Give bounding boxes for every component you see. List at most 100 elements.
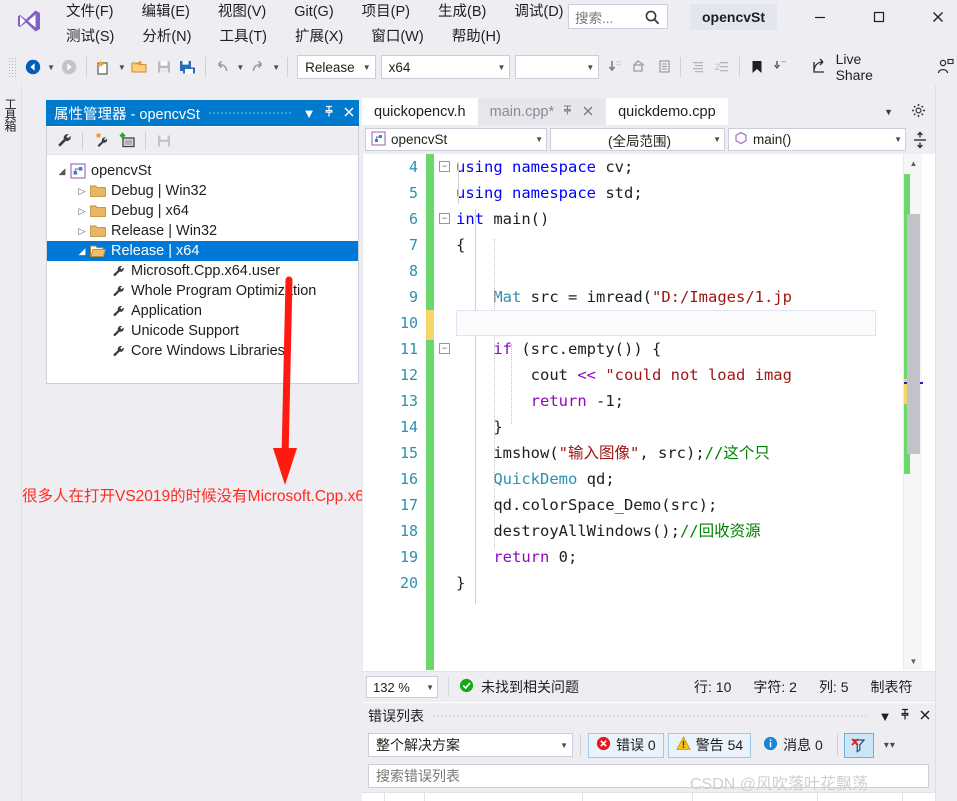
property-tree-item[interactable]: ▷Release | Win32 bbox=[47, 221, 358, 241]
panel-close-icon[interactable] bbox=[339, 106, 359, 121]
search-input[interactable]: 搜索... bbox=[568, 4, 668, 29]
tree-expander-collapsed-icon[interactable]: ▷ bbox=[75, 186, 89, 197]
fold-toggle-icon[interactable]: − bbox=[439, 213, 450, 224]
panel-menu-chevron-icon[interactable]: ▼ bbox=[299, 106, 319, 121]
fold-toggle-icon[interactable]: − bbox=[439, 343, 450, 354]
open-file-icon[interactable] bbox=[128, 54, 152, 80]
tab-settings-gear-icon[interactable] bbox=[902, 103, 935, 121]
fold-toggle-icon[interactable]: − bbox=[439, 161, 450, 172]
minimize-button[interactable] bbox=[797, 2, 843, 32]
panel-pin-icon[interactable] bbox=[319, 105, 339, 121]
code-line[interactable]: Mat src = imread("D:/Images/1.jp bbox=[456, 284, 935, 310]
navigate-backward-icon[interactable] bbox=[21, 54, 45, 80]
target-combo[interactable]: ▼ bbox=[515, 55, 599, 79]
split-view-icon[interactable] bbox=[909, 131, 931, 149]
property-tree-item[interactable]: ▷Debug | x64 bbox=[47, 201, 358, 221]
property-tree-item[interactable]: ◢opencvSt bbox=[47, 161, 358, 181]
menu-file[interactable]: 文件(F) bbox=[52, 0, 128, 25]
nav-project-combo[interactable]: opencvSt ▼ bbox=[365, 128, 547, 151]
code-line[interactable] bbox=[456, 258, 935, 284]
code-editor[interactable]: 4567891011121314151617181920 −−− using n… bbox=[362, 154, 935, 670]
editor-tab-quickdemo-cpp[interactable]: quickdemo.cpp bbox=[606, 98, 728, 125]
code-line[interactable]: using namespace cv; bbox=[456, 154, 935, 180]
properties-wrench-icon[interactable] bbox=[51, 128, 77, 154]
editor-vertical-scrollbar[interactable]: ▲ ▼ bbox=[903, 154, 922, 670]
zoom-level-combo[interactable]: 132 % ▼ bbox=[366, 676, 438, 698]
save-all-icon[interactable] bbox=[176, 54, 200, 80]
menu-view[interactable]: 视图(V) bbox=[204, 0, 280, 25]
line-number: 4 bbox=[363, 154, 425, 180]
code-line[interactable]: int main() bbox=[456, 206, 935, 232]
tree-expander-expanded-icon[interactable]: ◢ bbox=[75, 246, 89, 257]
code-text[interactable]: using namespace cv;using namespace std;i… bbox=[456, 154, 935, 596]
bookmark-icon[interactable] bbox=[745, 54, 769, 80]
navigate-backward-dropdown[interactable]: ▼ bbox=[45, 63, 57, 72]
code-line[interactable]: cout << "could not load imag bbox=[456, 362, 935, 388]
tab-list-chevron-icon[interactable]: ▼ bbox=[875, 107, 902, 117]
code-line[interactable]: return 0; bbox=[456, 544, 935, 570]
scroll-up-arrow-icon[interactable]: ▲ bbox=[904, 154, 923, 172]
add-new-property-sheet-icon[interactable] bbox=[88, 128, 114, 154]
nav-member-combo[interactable]: main() ▼ bbox=[728, 128, 906, 151]
menu-help[interactable]: 帮助(H) bbox=[438, 25, 515, 50]
menu-git[interactable]: Git(G) bbox=[280, 0, 347, 25]
property-tree-item[interactable]: ▷Debug | Win32 bbox=[47, 181, 358, 201]
configuration-combo[interactable]: Release ▼ bbox=[297, 55, 375, 79]
editor-tab-pin-icon[interactable] bbox=[562, 104, 573, 119]
code-line[interactable]: if (src.empty()) { bbox=[456, 336, 935, 362]
tree-expander-collapsed-icon[interactable]: ▷ bbox=[75, 206, 89, 217]
warnings-filter-button[interactable]: 警告 54 bbox=[668, 733, 751, 758]
panel-close-icon[interactable] bbox=[915, 709, 935, 724]
code-line[interactable]: qd.colorSpace_Demo(src); bbox=[456, 492, 935, 518]
menu-debug[interactable]: 调试(D) bbox=[500, 0, 577, 25]
code-line[interactable]: { bbox=[456, 232, 935, 258]
panel-drag-dots[interactable] bbox=[432, 714, 867, 719]
menu-window[interactable]: 窗口(W) bbox=[357, 25, 437, 50]
code-token: } bbox=[456, 418, 503, 436]
menu-edit[interactable]: 编辑(E) bbox=[128, 0, 204, 25]
chevron-down-icon: ▼ bbox=[363, 63, 371, 72]
maximize-button[interactable] bbox=[856, 2, 902, 32]
panel-pin-icon[interactable] bbox=[895, 708, 915, 724]
new-project-dropdown[interactable]: ▼ bbox=[116, 63, 128, 72]
scroll-down-arrow-icon[interactable]: ▼ bbox=[904, 652, 923, 670]
live-share-button[interactable]: Live Share bbox=[805, 51, 902, 83]
error-scope-combo[interactable]: 整个解决方案 ▼ bbox=[368, 733, 573, 757]
panel-menu-chevron-icon[interactable]: ▼ bbox=[875, 709, 895, 724]
errors-filter-button[interactable]: 错误 0 bbox=[588, 733, 664, 758]
code-line[interactable]: using namespace std; bbox=[456, 180, 935, 206]
line-number: 7 bbox=[363, 232, 425, 258]
scrollbar-thumb[interactable] bbox=[907, 214, 920, 454]
property-tree-item[interactable]: ◢Release | x64 bbox=[47, 241, 358, 261]
platform-combo[interactable]: x64 ▼ bbox=[381, 55, 511, 79]
code-line[interactable]: imshow("输入图像", src);//这个只 bbox=[456, 440, 935, 466]
editor-tab-main-cpp[interactable]: main.cpp* bbox=[478, 98, 606, 125]
clear-filter-button[interactable] bbox=[844, 733, 874, 758]
code-line[interactable]: } bbox=[456, 414, 935, 440]
panel-drag-dots[interactable] bbox=[208, 111, 291, 116]
toolbar-grip[interactable] bbox=[8, 57, 17, 77]
code-line[interactable]: QuickDemo qd; bbox=[456, 466, 935, 492]
tree-expander-expanded-icon[interactable]: ◢ bbox=[55, 166, 69, 177]
add-existing-property-sheet-icon[interactable] bbox=[114, 128, 140, 154]
nav-scope-combo[interactable]: (全局范围) ▼ bbox=[550, 128, 725, 151]
new-project-icon[interactable] bbox=[92, 54, 116, 80]
menu-tools[interactable]: 工具(T) bbox=[205, 25, 281, 50]
menu-analyze[interactable]: 分析(N) bbox=[128, 25, 205, 50]
menu-extensions[interactable]: 扩展(X) bbox=[281, 25, 357, 50]
toolbar-overflow-button[interactable]: ▾▾ bbox=[884, 740, 896, 751]
menu-test[interactable]: 测试(S) bbox=[52, 25, 128, 50]
messages-filter-button[interactable]: 消息 0 bbox=[755, 733, 831, 758]
editor-tab-close-icon[interactable] bbox=[582, 104, 594, 120]
code-line[interactable]: destroyAllWindows();//回收资源 bbox=[456, 518, 935, 544]
close-button[interactable] bbox=[915, 2, 957, 32]
sidebar-tab-toolbox[interactable]: 工具箱 bbox=[1, 92, 21, 137]
editor-tab-quickopencv-h[interactable]: quickopencv.h bbox=[362, 98, 478, 125]
tree-expander-collapsed-icon[interactable]: ▷ bbox=[75, 226, 89, 237]
menu-project[interactable]: 项目(P) bbox=[348, 0, 424, 25]
code-line[interactable]: return -1; bbox=[456, 388, 935, 414]
account-icon[interactable] bbox=[933, 54, 957, 80]
menu-build[interactable]: 生成(B) bbox=[424, 0, 500, 25]
bookmark-navigate-icon[interactable] bbox=[769, 54, 793, 80]
code-line[interactable]: } bbox=[456, 570, 935, 596]
